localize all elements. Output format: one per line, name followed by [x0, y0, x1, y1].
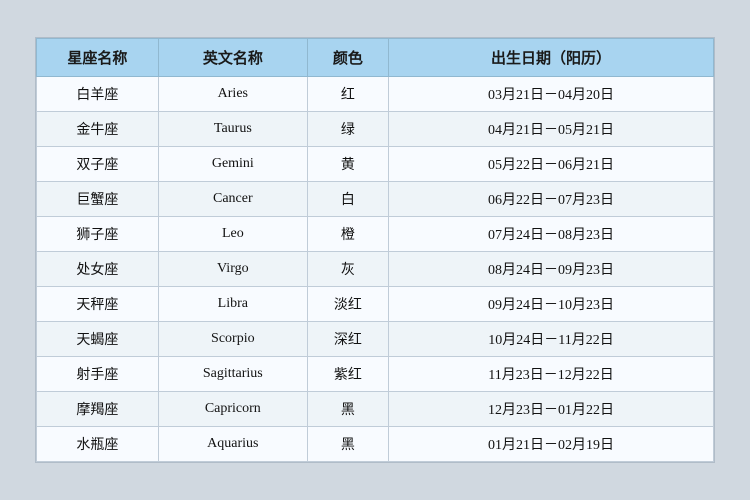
- table-row: 白羊座Aries红03月21日－04月20日: [37, 77, 714, 112]
- cell-date: 12月23日－01月22日: [389, 392, 714, 427]
- cell-chinese: 水瓶座: [37, 427, 159, 462]
- table-header-row: 星座名称 英文名称 颜色 出生日期（阳历）: [37, 39, 714, 77]
- cell-color: 黑: [307, 392, 388, 427]
- table-row: 处女座Virgo灰08月24日－09月23日: [37, 252, 714, 287]
- header-date: 出生日期（阳历）: [389, 39, 714, 77]
- cell-chinese: 金牛座: [37, 112, 159, 147]
- header-english: 英文名称: [158, 39, 307, 77]
- header-chinese: 星座名称: [37, 39, 159, 77]
- cell-color: 黑: [307, 427, 388, 462]
- cell-chinese: 双子座: [37, 147, 159, 182]
- header-color: 颜色: [307, 39, 388, 77]
- cell-english: Aquarius: [158, 427, 307, 462]
- cell-chinese: 处女座: [37, 252, 159, 287]
- zodiac-table-container: 星座名称 英文名称 颜色 出生日期（阳历） 白羊座Aries红03月21日－04…: [35, 37, 715, 463]
- cell-english: Libra: [158, 287, 307, 322]
- cell-english: Capricorn: [158, 392, 307, 427]
- cell-date: 04月21日－05月21日: [389, 112, 714, 147]
- table-row: 摩羯座Capricorn黑12月23日－01月22日: [37, 392, 714, 427]
- table-row: 天秤座Libra淡红09月24日－10月23日: [37, 287, 714, 322]
- cell-chinese: 巨蟹座: [37, 182, 159, 217]
- cell-date: 03月21日－04月20日: [389, 77, 714, 112]
- table-row: 巨蟹座Cancer白06月22日－07月23日: [37, 182, 714, 217]
- cell-english: Aries: [158, 77, 307, 112]
- cell-date: 08月24日－09月23日: [389, 252, 714, 287]
- table-row: 狮子座Leo橙07月24日－08月23日: [37, 217, 714, 252]
- cell-color: 灰: [307, 252, 388, 287]
- cell-english: Cancer: [158, 182, 307, 217]
- cell-date: 09月24日－10月23日: [389, 287, 714, 322]
- cell-english: Sagittarius: [158, 357, 307, 392]
- cell-date: 07月24日－08月23日: [389, 217, 714, 252]
- cell-chinese: 摩羯座: [37, 392, 159, 427]
- cell-color: 紫红: [307, 357, 388, 392]
- cell-color: 橙: [307, 217, 388, 252]
- table-row: 金牛座Taurus绿04月21日－05月21日: [37, 112, 714, 147]
- cell-english: Taurus: [158, 112, 307, 147]
- cell-english: Leo: [158, 217, 307, 252]
- cell-chinese: 狮子座: [37, 217, 159, 252]
- cell-color: 绿: [307, 112, 388, 147]
- cell-date: 11月23日－12月22日: [389, 357, 714, 392]
- table-row: 水瓶座Aquarius黑01月21日－02月19日: [37, 427, 714, 462]
- cell-english: Virgo: [158, 252, 307, 287]
- cell-color: 白: [307, 182, 388, 217]
- cell-date: 10月24日－11月22日: [389, 322, 714, 357]
- cell-date: 01月21日－02月19日: [389, 427, 714, 462]
- cell-chinese: 射手座: [37, 357, 159, 392]
- zodiac-table: 星座名称 英文名称 颜色 出生日期（阳历） 白羊座Aries红03月21日－04…: [36, 38, 714, 462]
- table-body: 白羊座Aries红03月21日－04月20日金牛座Taurus绿04月21日－0…: [37, 77, 714, 462]
- cell-color: 红: [307, 77, 388, 112]
- cell-english: Scorpio: [158, 322, 307, 357]
- cell-color: 深红: [307, 322, 388, 357]
- cell-date: 06月22日－07月23日: [389, 182, 714, 217]
- cell-date: 05月22日－06月21日: [389, 147, 714, 182]
- cell-english: Gemini: [158, 147, 307, 182]
- table-row: 射手座Sagittarius紫红11月23日－12月22日: [37, 357, 714, 392]
- cell-chinese: 天秤座: [37, 287, 159, 322]
- table-row: 天蝎座Scorpio深红10月24日－11月22日: [37, 322, 714, 357]
- cell-chinese: 白羊座: [37, 77, 159, 112]
- cell-color: 黄: [307, 147, 388, 182]
- cell-chinese: 天蝎座: [37, 322, 159, 357]
- cell-color: 淡红: [307, 287, 388, 322]
- table-row: 双子座Gemini黄05月22日－06月21日: [37, 147, 714, 182]
